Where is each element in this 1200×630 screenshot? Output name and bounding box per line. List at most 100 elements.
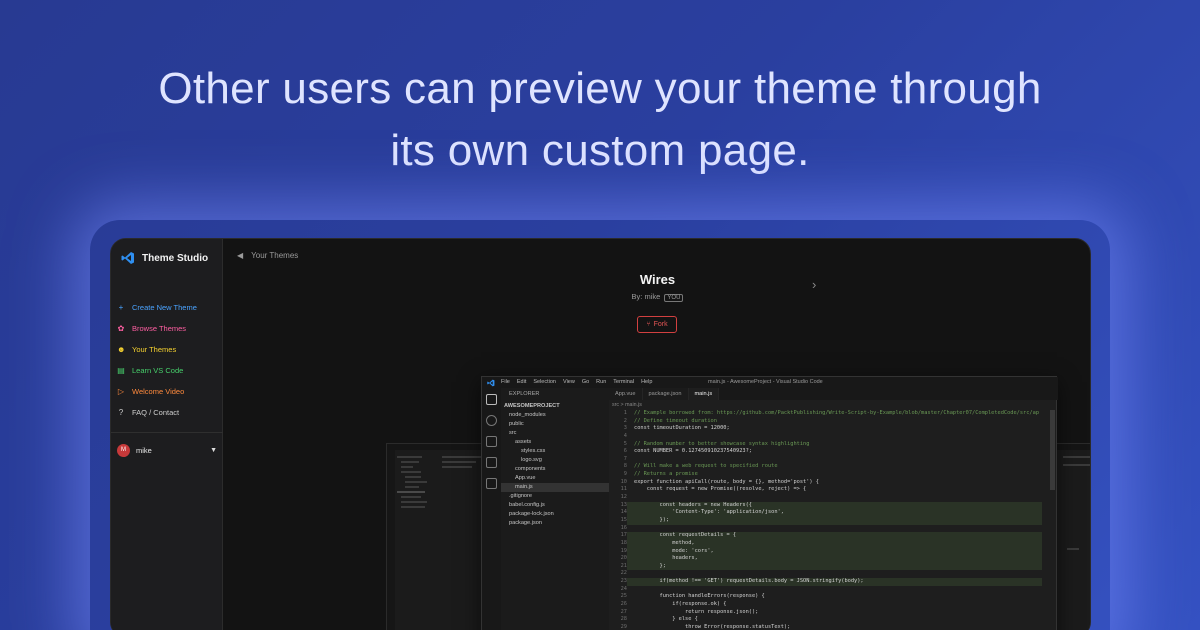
sidebar-item-learn-vs-code[interactable]: ▤ Learn VS Code — [117, 360, 197, 381]
sidebar-item-label: Learn VS Code — [132, 366, 184, 375]
scrollbar[interactable] — [1050, 410, 1055, 490]
tree-item[interactable]: public — [509, 420, 524, 429]
vscode-logo-icon — [487, 379, 495, 387]
tree-item-selected[interactable]: main.js — [501, 483, 609, 492]
menu-terminal[interactable]: Terminal — [613, 379, 634, 385]
search-icon[interactable] — [486, 415, 497, 426]
tree-item[interactable]: package-lock.json — [509, 510, 554, 519]
line-number: 16 — [620, 524, 627, 531]
code-line: mode: 'cors', — [634, 547, 714, 554]
preview-thumbnail-right[interactable] — [1056, 443, 1090, 630]
line-number: 28 — [620, 616, 627, 623]
explorer-panel: EXPLORER AWESOMEPROJECT node_modules pub… — [501, 388, 609, 630]
tab-app-vue[interactable]: App.vue — [609, 388, 643, 400]
sidebar-item-label: Browse Themes — [132, 324, 187, 333]
tab-main-js[interactable]: main.js — [688, 388, 720, 400]
tree-item[interactable]: AWESOMEPROJECT — [504, 402, 560, 411]
headline-line-2: its own custom page. — [390, 126, 810, 175]
tab-package-json[interactable]: package.json — [642, 388, 689, 400]
preview-thumbnail-left[interactable] — [386, 443, 487, 630]
tree-item[interactable]: babel.config.js — [509, 501, 545, 510]
tree-item[interactable]: .gitignore — [509, 492, 532, 501]
sidebar-item-welcome-video[interactable]: ▷ Welcome Video — [117, 381, 197, 402]
code-line: if(method !== 'GET') requestDetails.body… — [634, 578, 864, 585]
line-number: 26 — [620, 601, 627, 608]
debug-icon[interactable] — [486, 457, 497, 468]
tree-item[interactable]: styles.css — [521, 447, 545, 456]
tree-item[interactable]: src — [509, 429, 516, 438]
code-line: throw Error(response.statusText); — [634, 623, 791, 630]
code-line: } else { — [634, 616, 698, 623]
line-number: 12 — [620, 494, 627, 501]
you-badge: YOU — [664, 294, 684, 302]
code-line: // Define timeout duration — [634, 417, 717, 424]
avatar: M — [117, 444, 130, 457]
line-number: 17 — [620, 532, 627, 539]
code-area[interactable]: // Example borrowed from: https://github… — [634, 410, 1039, 630]
line-number: 25 — [620, 593, 627, 600]
tree-item[interactable]: node_modules — [509, 411, 546, 420]
sidebar-divider — [111, 432, 223, 433]
author-name[interactable]: mike — [644, 292, 660, 301]
line-number: 4 — [623, 432, 627, 439]
line-number: 29 — [620, 623, 627, 630]
sidebar: Theme Studio + Create New Theme ✿ Browse… — [111, 239, 223, 630]
fork-icon: ⑂ — [646, 321, 651, 328]
menu-help[interactable]: Help — [641, 379, 652, 385]
line-number: 5 — [623, 440, 627, 447]
line-number: 11 — [620, 486, 627, 493]
files-icon[interactable] — [486, 394, 497, 405]
book-icon: ▤ — [117, 366, 125, 375]
code-line: }); — [634, 516, 670, 523]
code-line: function handleErrors(response) { — [634, 593, 765, 600]
sidebar-nav: + Create New Theme ✿ Browse Themes ☻ You… — [117, 297, 197, 423]
user-menu[interactable]: M mike ▼ — [117, 444, 217, 457]
line-number: 24 — [620, 585, 627, 592]
line-number: 1 — [623, 410, 627, 416]
tree-item[interactable]: App.vue — [515, 474, 536, 483]
brand[interactable]: Theme Studio — [121, 251, 208, 265]
theme-title: Wires — [639, 272, 676, 287]
tree-item[interactable]: logo.svg — [521, 456, 542, 465]
fork-button[interactable]: ⑂ Fork — [637, 316, 677, 333]
line-number: 3 — [623, 425, 627, 432]
menu-go[interactable]: Go — [582, 379, 589, 385]
line-number: 21 — [620, 562, 627, 569]
tree-item[interactable]: package.json — [509, 519, 542, 528]
source-control-icon[interactable] — [486, 436, 497, 447]
code-line: // Example borrowed from: https://github… — [634, 410, 1040, 416]
tree-item[interactable]: assets — [515, 438, 531, 447]
back-link[interactable]: ◀ Your Themes — [237, 251, 298, 260]
sidebar-item-browse-themes[interactable]: ✿ Browse Themes — [117, 318, 197, 339]
theme-studio-window: Theme Studio + Create New Theme ✿ Browse… — [110, 238, 1091, 630]
sidebar-item-faq-contact[interactable]: ? FAQ / Contact — [117, 402, 197, 423]
code-line: return response.json(); — [634, 608, 759, 615]
extensions-icon[interactable] — [486, 478, 497, 489]
menu-run[interactable]: Run — [596, 379, 606, 385]
headline: Other users can preview your theme throu… — [0, 58, 1200, 182]
line-number: 8 — [623, 463, 627, 470]
code-line: // Will make a web request to specified … — [634, 463, 778, 470]
chevron-left-icon: ◀ — [237, 251, 244, 260]
breadcrumb[interactable]: src > main.js — [612, 402, 642, 408]
fork-label: Fork — [653, 321, 668, 328]
play-icon: ▷ — [117, 387, 125, 396]
editor-tabs: App.vue package.json main.js — [609, 388, 1058, 400]
theme-author: By: mike YOU — [223, 292, 1090, 302]
line-number: 15 — [620, 516, 627, 523]
menu-edit[interactable]: Edit — [517, 379, 526, 385]
menu-view[interactable]: View — [563, 379, 575, 385]
line-number: 19 — [620, 547, 627, 554]
code-line: // Random number to better showcase synt… — [634, 440, 810, 447]
sidebar-item-create-new-theme[interactable]: + Create New Theme — [117, 297, 197, 318]
tree-item[interactable]: components — [515, 465, 545, 474]
menu-selection[interactable]: Selection — [533, 379, 556, 385]
sidebar-item-your-themes[interactable]: ☻ Your Themes — [117, 339, 197, 360]
next-theme-arrow-icon[interactable]: › — [812, 277, 816, 292]
menu-file[interactable]: File — [501, 379, 510, 385]
code-line: 'Content-Type': 'application/json', — [634, 509, 784, 516]
